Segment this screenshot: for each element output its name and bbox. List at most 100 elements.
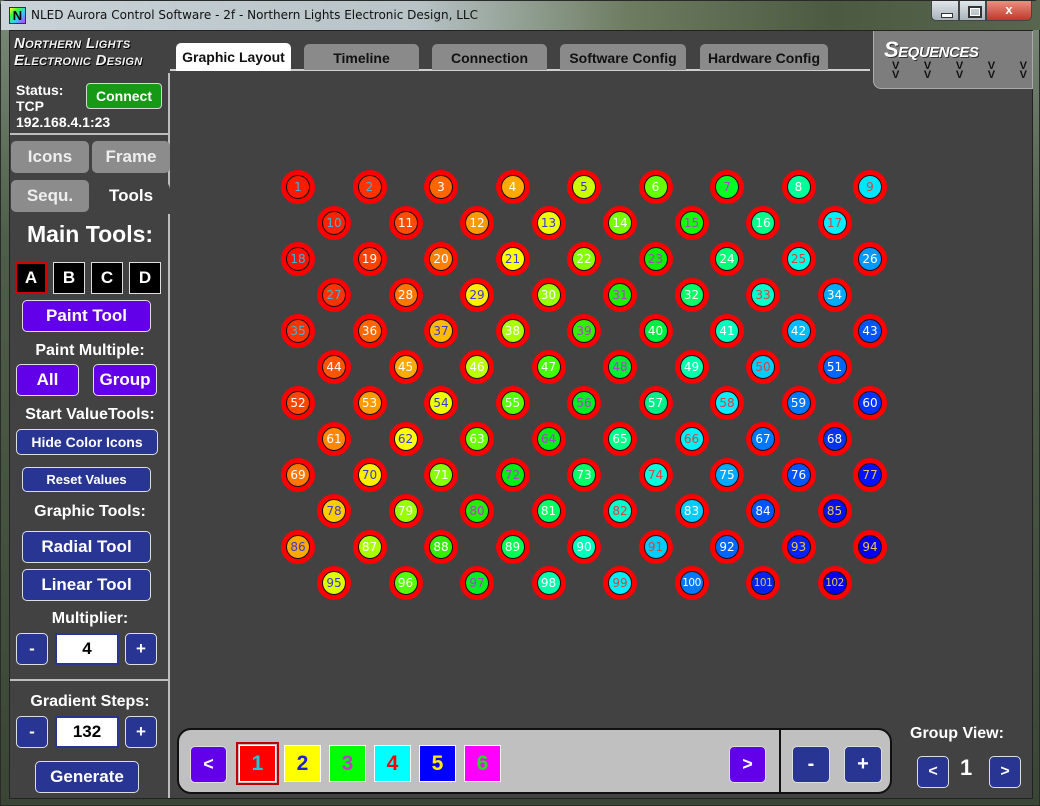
led-67[interactable]: 67: [746, 422, 780, 456]
led-97[interactable]: 97: [460, 566, 494, 600]
gradient-steps-decrement-button[interactable]: -: [16, 716, 48, 748]
led-35[interactable]: 35: [281, 314, 315, 348]
gradient-steps-increment-button[interactable]: +: [125, 716, 157, 748]
tab-timeline[interactable]: Timeline: [304, 44, 419, 70]
color-swatch-5[interactable]: 5: [419, 745, 456, 782]
led-51[interactable]: 51: [817, 350, 852, 384]
led-56[interactable]: 56: [567, 386, 601, 420]
led-96[interactable]: 96: [388, 566, 423, 600]
palette-add-button[interactable]: +: [844, 746, 882, 783]
group-view-next-button[interactable]: >: [989, 756, 1021, 788]
led-50[interactable]: 50: [746, 350, 780, 384]
tool-slot-d[interactable]: D: [129, 262, 161, 294]
led-75[interactable]: 75: [710, 458, 744, 492]
led-41[interactable]: 41: [710, 314, 744, 348]
led-39[interactable]: 39: [567, 314, 601, 348]
led-44[interactable]: 44: [317, 350, 351, 384]
led-13[interactable]: 13: [531, 206, 566, 240]
led-8[interactable]: 8: [781, 170, 816, 204]
led-52[interactable]: 52: [281, 386, 315, 420]
led-76[interactable]: 76: [781, 458, 816, 492]
maximize-button[interactable]: [959, 1, 986, 21]
led-16[interactable]: 16: [746, 206, 780, 240]
led-85[interactable]: 85: [817, 494, 852, 528]
radial-tool-button[interactable]: Radial Tool: [22, 531, 151, 563]
tab-hardware-config[interactable]: Hardware Config: [700, 44, 828, 70]
led-42[interactable]: 42: [781, 314, 816, 348]
led-89[interactable]: 89: [495, 530, 530, 564]
palette-remove-button[interactable]: -: [792, 746, 830, 783]
led-99[interactable]: 99: [603, 566, 637, 600]
led-19[interactable]: 19: [352, 242, 387, 276]
led-49[interactable]: 49: [674, 350, 709, 384]
tab-software-config[interactable]: Software Config: [560, 44, 686, 70]
paint-group-button[interactable]: Group: [93, 364, 157, 396]
led-22[interactable]: 22: [567, 242, 601, 276]
tab-frame[interactable]: Frame: [92, 141, 170, 173]
led-47[interactable]: 47: [531, 350, 566, 384]
group-view-prev-button[interactable]: <: [917, 756, 949, 788]
led-4[interactable]: 4: [495, 170, 530, 204]
led-33[interactable]: 33: [746, 278, 780, 312]
led-32[interactable]: 32: [674, 278, 709, 312]
led-29[interactable]: 29: [460, 278, 494, 312]
led-91[interactable]: 91: [638, 530, 673, 564]
multiplier-input[interactable]: 4: [55, 633, 119, 665]
tool-slot-a[interactable]: A: [15, 262, 47, 294]
tab-tools[interactable]: Tools: [92, 180, 170, 214]
led-38[interactable]: 38: [495, 314, 530, 348]
led-30[interactable]: 30: [531, 278, 566, 312]
led-81[interactable]: 81: [531, 494, 566, 528]
tab-sequ[interactable]: Sequ.: [11, 180, 89, 212]
led-69[interactable]: 69: [281, 458, 315, 492]
led-54[interactable]: 54: [424, 386, 458, 420]
led-79[interactable]: 79: [388, 494, 423, 528]
led-57[interactable]: 57: [638, 386, 673, 420]
led-31[interactable]: 31: [603, 278, 637, 312]
palette-next-button[interactable]: >: [729, 746, 766, 783]
gradient-steps-input[interactable]: 132: [55, 716, 119, 748]
led-66[interactable]: 66: [674, 422, 709, 456]
led-100[interactable]: 100: [674, 566, 709, 600]
led-58[interactable]: 58: [710, 386, 744, 420]
led-88[interactable]: 88: [424, 530, 458, 564]
led-77[interactable]: 77: [853, 458, 887, 492]
led-72[interactable]: 72: [495, 458, 530, 492]
led-21[interactable]: 21: [495, 242, 530, 276]
led-11[interactable]: 11: [388, 206, 423, 240]
color-swatch-3[interactable]: 3: [329, 745, 366, 782]
led-64[interactable]: 64: [531, 422, 566, 456]
led-71[interactable]: 71: [424, 458, 458, 492]
connect-button[interactable]: Connect: [86, 83, 162, 109]
led-101[interactable]: 101: [746, 566, 780, 600]
led-46[interactable]: 46: [460, 350, 494, 384]
led-98[interactable]: 98: [531, 566, 566, 600]
tab-graphic-layout[interactable]: Graphic Layout: [176, 43, 291, 71]
close-button[interactable]: x: [986, 1, 1032, 21]
led-12[interactable]: 12: [460, 206, 494, 240]
tab-connection[interactable]: Connection: [432, 44, 547, 70]
led-83[interactable]: 83: [674, 494, 709, 528]
led-26[interactable]: 26: [853, 242, 887, 276]
led-90[interactable]: 90: [567, 530, 601, 564]
led-74[interactable]: 74: [638, 458, 673, 492]
generate-button[interactable]: Generate: [35, 761, 139, 793]
paint-all-button[interactable]: All: [16, 364, 79, 396]
led-6[interactable]: 6: [638, 170, 673, 204]
minimize-button[interactable]: [931, 1, 959, 21]
multiplier-decrement-button[interactable]: -: [16, 633, 48, 665]
color-swatch-4[interactable]: 4: [374, 745, 411, 782]
led-65[interactable]: 65: [603, 422, 637, 456]
led-5[interactable]: 5: [567, 170, 601, 204]
led-68[interactable]: 68: [817, 422, 852, 456]
led-10[interactable]: 10: [317, 206, 351, 240]
led-27[interactable]: 27: [317, 278, 351, 312]
led-20[interactable]: 20: [424, 242, 458, 276]
led-70[interactable]: 70: [352, 458, 387, 492]
led-84[interactable]: 84: [746, 494, 780, 528]
led-53[interactable]: 53: [352, 386, 387, 420]
led-23[interactable]: 23: [638, 242, 673, 276]
led-7[interactable]: 7: [710, 170, 744, 204]
hide-color-icons-button[interactable]: Hide Color Icons: [16, 429, 158, 455]
led-36[interactable]: 36: [352, 314, 387, 348]
